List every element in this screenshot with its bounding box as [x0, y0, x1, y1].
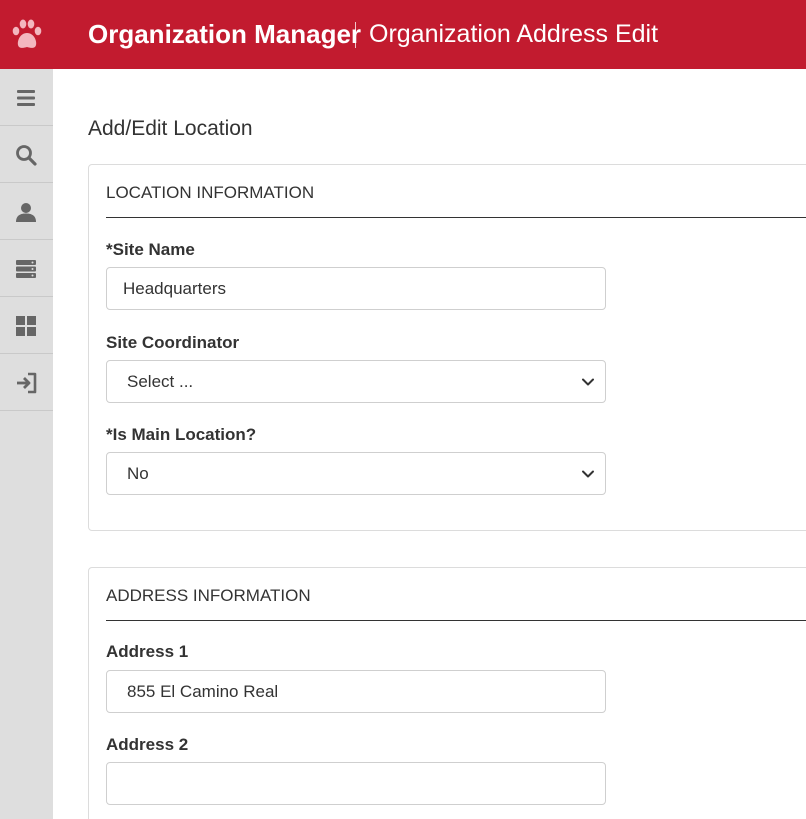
- logout-icon: [17, 372, 37, 394]
- title-divider: [355, 22, 356, 48]
- site-name-label: *Site Name: [106, 240, 195, 259]
- server-icon: [16, 260, 36, 278]
- address-section-heading: ADDRESS INFORMATION: [106, 586, 311, 605]
- main-location-label: *Is Main Location?: [106, 425, 257, 444]
- menu-icon: [17, 90, 35, 106]
- sidebar-item-server[interactable]: [0, 240, 53, 297]
- user-icon: [16, 203, 36, 222]
- sidebar-item-search[interactable]: [0, 126, 53, 183]
- search-icon: [16, 145, 37, 166]
- address-2-input[interactable]: [106, 762, 606, 805]
- site-coordinator-value: Select ...: [127, 372, 194, 391]
- location-section-heading: LOCATION INFORMATION: [106, 183, 315, 202]
- page-title: Add/Edit Location: [88, 117, 253, 140]
- sidebar-item-dashboard[interactable]: [0, 297, 53, 354]
- dashboard-icon: [16, 316, 36, 336]
- address-1-input[interactable]: [106, 670, 606, 713]
- main-location-select[interactable]: No: [106, 452, 606, 495]
- address-1-label: Address 1: [106, 642, 189, 661]
- paw-logo-icon[interactable]: [8, 16, 46, 54]
- chevron-down-icon: [582, 378, 594, 386]
- location-information-panel: LOCATION INFORMATION *Site Name Site Coo…: [88, 164, 806, 531]
- section-divider: [106, 217, 806, 218]
- site-coordinator-label: Site Coordinator: [106, 333, 240, 352]
- site-name-input[interactable]: [106, 267, 606, 310]
- site-coordinator-select[interactable]: Select ...: [106, 360, 606, 403]
- sidebar-item-user[interactable]: [0, 183, 53, 240]
- top-bar: Organization Manager Organization Addres…: [0, 0, 806, 69]
- address-2-label: Address 2: [106, 735, 189, 754]
- main-location-value: No: [127, 464, 149, 483]
- chevron-down-icon: [582, 470, 594, 478]
- sidebar-item-menu[interactable]: [0, 69, 53, 126]
- sidebar-item-logout[interactable]: [0, 354, 53, 411]
- header-page-title: Organization Address Edit: [369, 20, 659, 48]
- sidebar: [0, 69, 53, 819]
- app-title: Organization Manager: [88, 19, 362, 49]
- address-information-panel: ADDRESS INFORMATION Address 1 Address 2: [88, 567, 806, 819]
- section-divider: [106, 620, 806, 621]
